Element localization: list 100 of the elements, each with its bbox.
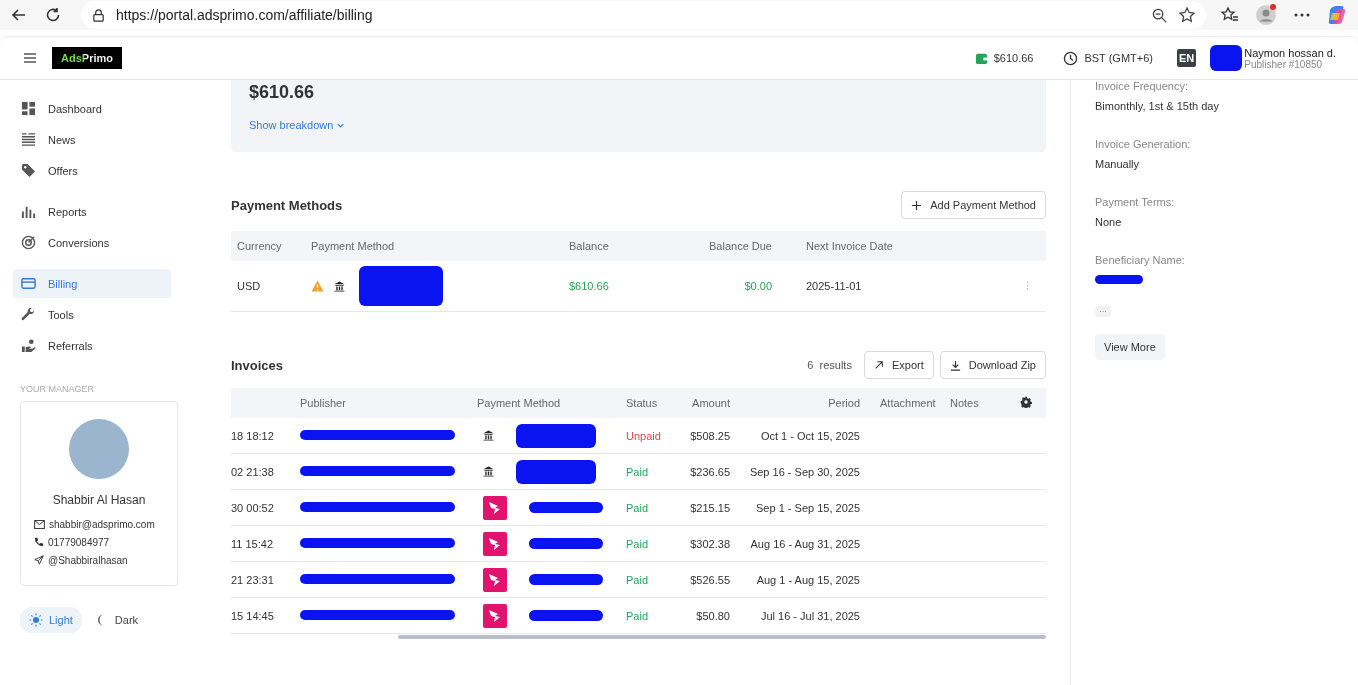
column-header: Payment Method [310,240,396,252]
lock-icon [91,7,106,23]
field-label: Invoice Generation: [1095,138,1191,150]
download-icon [949,359,961,371]
sidebar-item[interactable]: Dashboard [13,94,171,123]
language-button[interactable]: EN [1177,49,1197,67]
table-cell-text: 21 23:31 [231,573,275,586]
target-icon [21,235,36,250]
zoom-icon[interactable] [1151,6,1168,24]
column-header: Attachment [879,397,937,409]
download-zip-button[interactable]: Download Zip [939,351,1046,379]
view-more-button[interactable]: View More [1095,334,1165,360]
column-header: Status [626,397,659,409]
table-cell-text: Oct 1 - Oct 15, 2025 [759,429,860,442]
arrow-up-right-icon [873,360,884,370]
sidebar-item[interactable]: Offers [13,156,171,185]
bar-chart-icon [21,204,36,219]
status-text: Paid [626,465,650,478]
table-cell-text: 18 18:12 [231,429,275,442]
sidebar-item[interactable]: Billing [13,269,171,298]
url-text: https://portal.adsprimo.com/affiliate/billing [116,7,373,23]
logo[interactable]: AdsPrimo [52,47,122,69]
manager-telegram[interactable]: @Shabbiralhasan [48,554,128,566]
table-cell-text: $508.25 [689,429,730,442]
table-cell-text: 2025-11-01 [805,280,863,292]
table-cell-text: Aug 16 - Aug 31, 2025 [749,537,860,550]
column-header: Balance [568,240,610,252]
sidebar-item[interactable]: News [13,125,171,154]
sidebar-item[interactable]: Reports [13,197,171,226]
status-text: Paid [626,609,650,622]
table-cell-text: Aug 1 - Aug 15, 2025 [755,573,860,586]
sidebar-item[interactable]: Conversions [13,228,171,257]
table-cell-text: Jul 16 - Jul 31, 2025 [759,609,860,622]
table-cell-text: $0.00 [743,280,772,292]
column-header: Publisher [300,397,347,409]
table-cell-text: $236.65 [689,465,730,478]
profile-icon[interactable] [1254,3,1278,27]
sidebar-item[interactable]: Tools [13,300,171,329]
plus-icon [911,199,923,211]
column-header: Balance Due [708,240,772,252]
table-cell-text: Sep 1 - Sep 15, 2025 [755,501,860,514]
column-header: Amount [691,397,730,409]
field-label: Invoice Frequency: [1095,80,1189,92]
send-icon [34,555,44,565]
manager-email[interactable]: shabbir@adsprimo.com [49,518,155,530]
column-header: Payment Method [477,397,562,409]
star-icon[interactable] [1178,6,1196,24]
section-title: Invoices [231,357,284,373]
hand-icon [21,338,36,353]
user-name[interactable]: Naymon hossan d. [1244,46,1336,59]
tag-icon [21,163,36,178]
field-value: None [1095,216,1123,228]
table-cell-text: USD [236,280,262,292]
show-breakdown-link[interactable]: Show breakdown [249,119,1028,131]
bank-icon [334,280,345,292]
column-header: Next Invoice Date [805,240,894,252]
table-cell-text: $610.66 [568,280,610,292]
scrollbar-thumb[interactable] [398,635,1046,639]
status-text: Paid [626,573,650,586]
column-header: Period [827,397,860,409]
wallet-icon [974,51,988,65]
section-title: Payment Methods [231,197,343,213]
table-cell-text: $215.15 [689,501,730,514]
field-label: Payment Terms: [1095,196,1175,208]
table-cell-text: $302.38 [689,537,730,550]
timezone-text[interactable]: BST (GMT+6) [1084,52,1153,64]
balance-text: $610.66 [993,52,1034,64]
sidebar-item[interactable]: Referrals [13,331,171,360]
table-cell-text: $50.80 [695,609,730,622]
results-count: 6 results [807,359,852,371]
balance-amount: $610.66 [249,82,316,103]
theme-option[interactable]: Dark [85,607,148,633]
address-bar[interactable]: https://portal.adsprimo.com/affiliate/billing [81,1,1206,29]
status-text: Paid [626,501,650,514]
card-icon [21,276,36,291]
user-role: Publisher #10850 [1244,58,1324,70]
theme-option[interactable]: Light [20,607,82,633]
manager-phone: 01779084977 [48,536,110,548]
column-header: Notes [949,397,980,409]
mail-icon [34,519,45,529]
redaction-mark [1210,45,1243,71]
table-cell-text: Sep 16 - Sep 30, 2025 [748,465,860,478]
news-icon [21,132,36,147]
table-cell-text: 11 15:42 [231,537,274,550]
field-value: Manually [1095,158,1141,170]
section-heading: YOUR MANAGER [20,384,95,394]
add-payment-method-button[interactable]: Add Payment Method [901,191,1046,219]
menu-icon[interactable] [22,50,38,66]
status-text: Paid [626,537,650,550]
table-cell-text: 30 00:52 [231,501,275,514]
clock-icon [1063,50,1079,66]
table-cell-text: 02 21:38 [231,465,275,478]
wrench-icon [21,307,36,322]
field-value: Bimonthly, 1st & 15th day [1095,100,1219,112]
sun-icon [29,613,43,627]
avatar-placeholder [69,419,129,479]
export-button[interactable]: Export [863,351,934,379]
settings-icon[interactable] [1020,396,1032,408]
column-header: Currency [236,240,283,252]
table-cell-text: $526.55 [689,573,730,586]
